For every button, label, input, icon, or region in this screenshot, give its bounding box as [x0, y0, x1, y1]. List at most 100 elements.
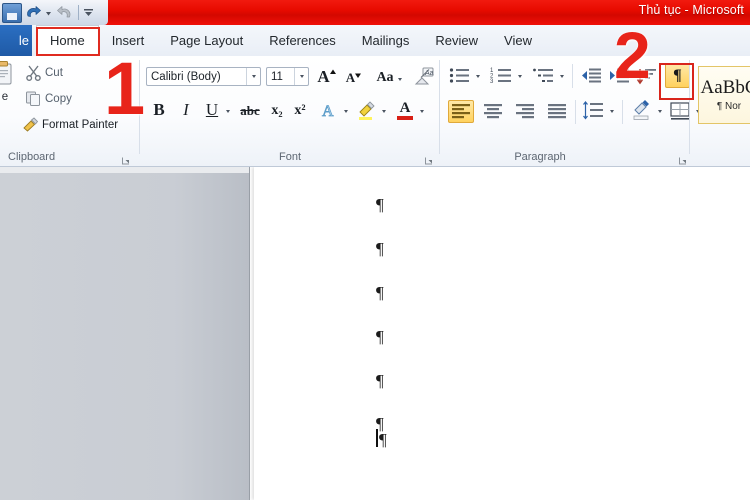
- strikethrough-button[interactable]: abc: [237, 102, 263, 120]
- save-icon[interactable]: [2, 2, 22, 23]
- paste-label: e: [1, 91, 9, 103]
- font-name-dropdown-icon[interactable]: [246, 68, 260, 85]
- paragraph-mark-with-cursor: ¶: [379, 430, 387, 449]
- align-left-button[interactable]: [448, 100, 474, 123]
- justify-icon: [548, 104, 566, 119]
- font-size-combo[interactable]: 11: [266, 67, 309, 86]
- text-effects-icon: A: [322, 103, 335, 120]
- subscript-button[interactable]: x₂: [267, 101, 287, 121]
- word-window: Thủ tục - Microsoft le Home Insert Page …: [0, 0, 750, 500]
- copy-icon: [25, 90, 42, 107]
- group-font: Calibri (Body) 11 A A Aa Aa B I U abc x₂…: [140, 56, 440, 166]
- svg-text:Aa: Aa: [425, 70, 434, 77]
- tab-mailings[interactable]: Mailings: [349, 25, 423, 56]
- clear-formatting-button[interactable]: Aa: [412, 65, 436, 89]
- style-normal[interactable]: AaBbC ¶ Nor: [698, 66, 750, 124]
- style-name-text: ¶ Nor: [716, 101, 742, 112]
- tab-review[interactable]: Review: [422, 25, 491, 56]
- bold-button[interactable]: B: [148, 99, 170, 121]
- multilevel-dropdown-icon[interactable]: [557, 71, 567, 81]
- undo-icon[interactable]: [22, 2, 42, 24]
- group-label-paragraph: Paragraph: [514, 151, 566, 163]
- paragraph-dialog-launcher[interactable]: [678, 153, 688, 165]
- window-title: Thủ tục - Microsoft: [638, 3, 744, 17]
- paragraph-mark: ¶: [376, 239, 384, 258]
- paragraph-mark: ¶: [376, 371, 384, 390]
- annotation-2: 2: [614, 18, 651, 92]
- paste-icon: [0, 60, 18, 90]
- cut-button[interactable]: Cut: [25, 64, 63, 81]
- multilevel-list-icon: [533, 68, 553, 82]
- align-left-icon: [452, 104, 470, 119]
- tab-home[interactable]: Home: [36, 25, 99, 56]
- font-size-value: 11: [271, 70, 283, 83]
- decrease-indent-icon: [582, 68, 601, 83]
- change-case-label: Aa: [376, 69, 394, 85]
- shrink-font-button[interactable]: A: [343, 68, 365, 87]
- underline-dropdown-icon[interactable]: [223, 106, 233, 116]
- style-preview-text: AaBbC: [700, 77, 750, 98]
- paragraph-mark: ¶: [376, 327, 384, 346]
- font-size-dropdown-icon[interactable]: [294, 68, 308, 85]
- numbering-button[interactable]: 1 2 3: [490, 66, 514, 86]
- text-effects-dropdown-icon[interactable]: [341, 106, 351, 116]
- tab-references[interactable]: References: [256, 25, 348, 56]
- multilevel-list-button[interactable]: [532, 66, 556, 86]
- line-spacing-button[interactable]: [582, 100, 606, 122]
- customize-qat-icon[interactable]: [82, 2, 95, 24]
- shading-button[interactable]: [630, 99, 654, 123]
- quick-access-toolbar: [0, 0, 108, 25]
- cut-label: Cut: [45, 66, 63, 79]
- highlight-dropdown-icon[interactable]: [379, 106, 389, 116]
- align-center-button[interactable]: [480, 100, 506, 123]
- line-spacing-icon: [583, 101, 603, 120]
- copy-button[interactable]: Copy: [25, 90, 72, 107]
- tab-file[interactable]: le: [0, 25, 32, 56]
- align-center-icon: [484, 104, 502, 119]
- navigation-pane[interactable]: [0, 167, 250, 500]
- highlight-color-button[interactable]: [356, 100, 378, 122]
- paragraph-inner-divider: [572, 64, 573, 88]
- group-styles: AaBbC ¶ Nor: [690, 56, 750, 166]
- superscript-button[interactable]: x²: [290, 101, 310, 121]
- paintbrush-icon: [22, 116, 39, 133]
- decrease-indent-button[interactable]: [580, 66, 602, 86]
- font-color-dropdown-icon[interactable]: [417, 106, 427, 116]
- scissors-icon: [25, 64, 42, 81]
- justify-button[interactable]: [544, 100, 570, 123]
- document-page[interactable]: ¶ ¶ ¶ ¶ ¶ ¶ ¶: [254, 167, 750, 500]
- tab-page-layout[interactable]: Page Layout: [157, 25, 256, 56]
- bullet-list-icon: [449, 68, 469, 83]
- svg-text:3: 3: [490, 79, 494, 85]
- line-spacing-dropdown-icon[interactable]: [607, 106, 617, 116]
- clear-formatting-icon: Aa: [414, 67, 434, 85]
- font-dialog-launcher[interactable]: [424, 153, 434, 165]
- undo-dropdown-icon[interactable]: [42, 2, 55, 24]
- numbering-dropdown-icon[interactable]: [515, 71, 525, 81]
- change-case-button[interactable]: Aa: [372, 68, 406, 87]
- text-effects-button[interactable]: A: [320, 100, 340, 120]
- font-name-combo[interactable]: Calibri (Body): [146, 67, 261, 86]
- clipboard-dialog-launcher[interactable]: [121, 153, 131, 165]
- align-right-icon: [516, 104, 534, 119]
- underline-button[interactable]: U: [202, 99, 222, 121]
- shading-dropdown-icon[interactable]: [655, 106, 665, 116]
- highlighter-icon: [359, 101, 375, 120]
- font-name-value: Calibri (Body): [151, 70, 221, 83]
- group-paragraph: 1 2 3 ¶ Paragraph: [440, 56, 700, 166]
- font-color-button[interactable]: A: [394, 99, 416, 122]
- shading-icon: [633, 100, 649, 120]
- svg-text:A: A: [322, 103, 334, 120]
- paste-button[interactable]: e: [0, 60, 18, 103]
- italic-button[interactable]: I: [176, 99, 196, 121]
- redo-icon[interactable]: [55, 2, 75, 24]
- tab-view[interactable]: View: [491, 25, 545, 56]
- align-right-button[interactable]: [512, 100, 538, 123]
- grow-font-button[interactable]: A: [316, 66, 338, 87]
- paragraph-inner-divider-2: [575, 100, 576, 124]
- navigation-pane-header: [0, 167, 249, 173]
- bullets-dropdown-icon[interactable]: [473, 71, 483, 81]
- bullets-button[interactable]: [448, 66, 472, 86]
- font-color-swatch: [397, 116, 413, 120]
- document-workspace: ¶ ¶ ¶ ¶ ¶ ¶ ¶: [0, 167, 750, 500]
